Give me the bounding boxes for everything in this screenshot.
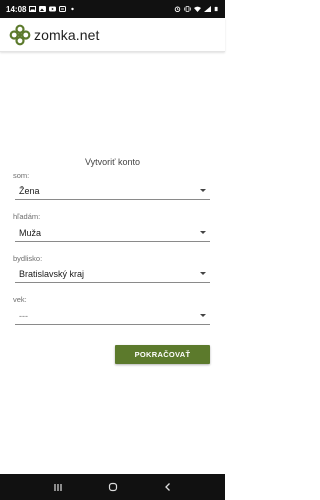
home-icon[interactable]	[106, 480, 120, 494]
clover-icon	[9, 24, 31, 45]
seeking-select[interactable]: Muža	[15, 226, 210, 242]
image-icon	[39, 6, 47, 12]
alarm-icon	[174, 6, 181, 12]
age-select[interactable]: ---	[15, 309, 210, 325]
seeking-select-value: Muža	[19, 227, 42, 238]
residence-select-value: Bratislavský kraj	[19, 268, 85, 279]
form-title: Vytvoriť konto	[84, 157, 141, 167]
vibrate-icon	[184, 6, 191, 12]
gallery-icon	[29, 6, 37, 12]
recents-icon[interactable]	[51, 480, 65, 494]
dot-icon	[71, 7, 75, 11]
back-icon[interactable]	[161, 480, 175, 494]
chevron-down-icon	[200, 272, 206, 275]
gender-select[interactable]: Žena	[15, 184, 210, 200]
chevron-down-icon	[200, 231, 206, 234]
chevron-down-icon	[200, 314, 206, 317]
wifi-icon	[194, 6, 201, 12]
status-time: 14:08	[6, 4, 27, 14]
battery-icon	[214, 6, 218, 12]
sync-icon	[59, 6, 67, 12]
system-nav-bar	[0, 474, 225, 500]
status-right	[174, 6, 219, 12]
app-bar: zomka.net	[0, 18, 225, 52]
status-left: 14:08	[6, 5, 76, 14]
gender-select-value: Žena	[19, 185, 40, 196]
residence-select[interactable]: Bratislavský kraj	[15, 267, 210, 283]
age-select-value: ---	[19, 310, 28, 321]
continue-button[interactable]: POKRAČOVAŤ	[115, 345, 210, 364]
age-label: vek:	[13, 295, 27, 304]
seeking-label: hľadám:	[13, 212, 41, 221]
residence-label: bydlisko:	[13, 254, 43, 263]
signal-icon	[204, 6, 211, 12]
youtube-icon	[49, 6, 57, 12]
status-bar: 14:08	[0, 0, 225, 18]
app-logo-text: zomka.net	[34, 26, 100, 43]
chevron-down-icon	[200, 189, 206, 192]
gender-label: som:	[13, 171, 30, 180]
